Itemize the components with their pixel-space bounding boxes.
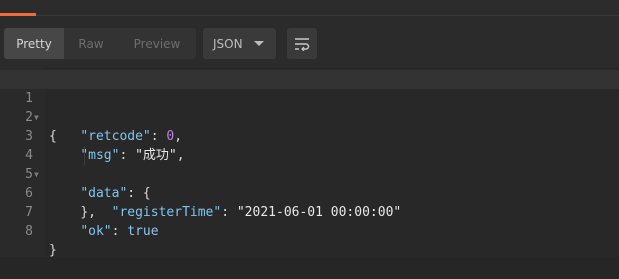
indent-guide: [84, 146, 85, 165]
code-line: 7 "ok": true: [0, 184, 619, 239]
json-key: "ok": [80, 224, 112, 239]
code-line: 1 ▼ {: [0, 70, 619, 144]
code-line: 8 }: [0, 203, 619, 258]
tab-raw[interactable]: Raw: [64, 28, 118, 59]
response-toolbar: Pretty Raw Preview JSON: [0, 17, 619, 67]
code-line: 3 "msg": "成功",: [0, 108, 619, 163]
code-line: 6 },: [0, 165, 619, 220]
tab-preview[interactable]: Preview: [118, 28, 196, 59]
top-bar: [0, 0, 619, 17]
tab-pretty[interactable]: Pretty: [4, 28, 64, 59]
format-dropdown-value: JSON: [213, 36, 243, 51]
wrap-lines-button[interactable]: [287, 28, 317, 59]
line-number: 8: [25, 224, 33, 239]
chevron-down-icon: [254, 41, 264, 46]
code-line: 4 ▼ "data": {: [0, 127, 619, 201]
response-body-editor[interactable]: 1 ▼ { 2 "retcode": 0, 3 "msg": "成功", 4 ▼…: [0, 67, 619, 258]
code-line: 5 "registerTime": "2021-06-01 00:00:00": [0, 146, 619, 220]
code-line: 2 "retcode": 0,: [0, 89, 619, 144]
divider: [36, 15, 619, 16]
format-dropdown[interactable]: JSON: [203, 28, 276, 59]
view-mode-tabs: Pretty Raw Preview: [4, 28, 196, 59]
wrap-lines-icon: [295, 37, 310, 51]
json-value: true: [127, 224, 159, 239]
active-tab-indicator: [0, 13, 36, 16]
